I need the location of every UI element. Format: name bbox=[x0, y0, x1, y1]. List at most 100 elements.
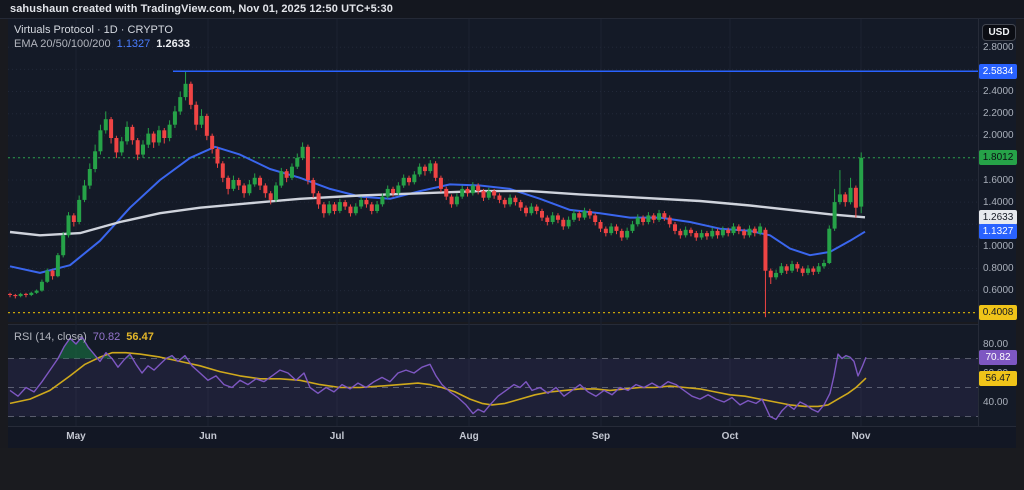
candle-body bbox=[19, 294, 23, 296]
candle-body bbox=[455, 197, 459, 205]
candle-body bbox=[157, 130, 161, 142]
candle-body bbox=[545, 218, 549, 222]
rsi-badge-56.47: 56.47 bbox=[979, 371, 1017, 386]
candle-body bbox=[508, 198, 512, 205]
candle-body bbox=[136, 140, 140, 154]
candle-body bbox=[636, 218, 640, 225]
candle-body bbox=[82, 186, 86, 200]
candle-body bbox=[215, 149, 219, 163]
candle-body bbox=[428, 163, 432, 171]
candle-body bbox=[439, 178, 443, 189]
candle-body bbox=[513, 198, 517, 202]
candle-body bbox=[178, 97, 182, 111]
candle-body bbox=[364, 200, 368, 204]
month-label-aug[interactable]: Aug bbox=[459, 431, 478, 442]
candle-body bbox=[423, 167, 427, 171]
symbol-title[interactable]: Virtuals Protocol · 1D · CRYPTO bbox=[14, 24, 173, 36]
candle-body bbox=[301, 147, 305, 158]
candle-body bbox=[444, 189, 448, 197]
candle-body bbox=[705, 233, 709, 236]
candle-body bbox=[125, 127, 129, 141]
candle-body bbox=[471, 186, 475, 194]
candle-body bbox=[434, 163, 438, 177]
candle-body bbox=[184, 84, 188, 97]
candle-body bbox=[460, 189, 464, 197]
candle-body bbox=[290, 167, 294, 178]
month-label-sep[interactable]: Sep bbox=[592, 431, 610, 442]
footer-bar: TradingView bbox=[0, 448, 1024, 490]
candle-body bbox=[476, 186, 480, 192]
candle-body bbox=[668, 218, 672, 225]
candle-body bbox=[322, 204, 326, 213]
ema-legend[interactable]: EMA 20/50/100/2001.13271.2633 bbox=[14, 38, 190, 51]
candle-body bbox=[859, 158, 863, 207]
candle-body bbox=[774, 273, 778, 277]
month-label-jun[interactable]: Jun bbox=[199, 431, 217, 442]
month-label-nov[interactable]: Nov bbox=[852, 431, 871, 442]
currency-toggle-button[interactable]: USD bbox=[982, 24, 1016, 41]
candle-body bbox=[572, 213, 576, 220]
candle-body bbox=[497, 196, 501, 200]
candle-body bbox=[817, 266, 821, 272]
candle-body bbox=[380, 197, 384, 205]
candle-body bbox=[391, 189, 395, 193]
candle-body bbox=[678, 231, 682, 235]
candle-body bbox=[327, 204, 331, 213]
price-badge-1.8012: 1.8012 bbox=[979, 150, 1017, 165]
candle-body bbox=[311, 180, 315, 193]
candle-body bbox=[593, 215, 597, 222]
candle-body bbox=[173, 111, 177, 124]
candle-body bbox=[519, 202, 523, 208]
candle-body bbox=[189, 84, 193, 105]
candle-body bbox=[556, 215, 560, 219]
month-label-oct[interactable]: Oct bbox=[722, 431, 739, 442]
candle-body bbox=[561, 220, 565, 227]
candle-body bbox=[120, 141, 124, 152]
candle-body bbox=[726, 230, 730, 233]
price-tick-label: 0.8000 bbox=[983, 261, 1019, 276]
candle-body bbox=[599, 222, 603, 229]
candle-body bbox=[285, 171, 289, 178]
ema-white-line[interactable] bbox=[10, 191, 865, 235]
candle-body bbox=[779, 266, 783, 273]
candle-body bbox=[827, 229, 831, 263]
rsi-legend[interactable]: RSI (14, close)70.8256.47 bbox=[14, 331, 154, 344]
candle-body bbox=[732, 227, 736, 234]
candle-body bbox=[56, 255, 60, 276]
candle-body bbox=[210, 136, 214, 149]
candle-body bbox=[98, 130, 102, 151]
price-tick-label: 2.4000 bbox=[983, 84, 1019, 99]
price-tick-label: 2.2000 bbox=[983, 106, 1019, 121]
candle-body bbox=[657, 213, 661, 220]
rsi-tick-label: 40.00 bbox=[983, 395, 1019, 410]
candle-body bbox=[40, 282, 44, 291]
month-label-may[interactable]: May bbox=[66, 431, 85, 442]
candle-body bbox=[843, 194, 847, 202]
candle-body bbox=[652, 215, 656, 219]
candle-body bbox=[849, 188, 853, 202]
candle-body bbox=[386, 189, 390, 197]
candle-body bbox=[854, 188, 858, 208]
candle-body bbox=[529, 207, 533, 214]
candle-body bbox=[646, 215, 650, 222]
candle-body bbox=[274, 186, 278, 200]
rsi-badge-70.82: 70.82 bbox=[979, 350, 1017, 365]
price-tick-label: 2.0000 bbox=[983, 128, 1019, 143]
candle-body bbox=[588, 211, 592, 215]
candle-body bbox=[72, 215, 76, 222]
candle-body bbox=[162, 130, 166, 138]
candle-body bbox=[61, 235, 65, 255]
candle-body bbox=[231, 180, 235, 189]
price-tick-label: 2.8000 bbox=[983, 40, 1019, 55]
chart-canvas[interactable] bbox=[0, 0, 1024, 490]
candle-body bbox=[200, 116, 204, 125]
candle-body bbox=[109, 119, 113, 138]
candle-body bbox=[130, 127, 134, 140]
ema-label: EMA 20/50/100/200 bbox=[14, 38, 111, 50]
symbol-legend[interactable]: Virtuals Protocol · 1D · CRYPTO bbox=[14, 24, 173, 37]
candle-body bbox=[370, 204, 374, 211]
candle-body bbox=[88, 169, 92, 186]
candle-body bbox=[45, 271, 49, 282]
candle-body bbox=[333, 204, 337, 211]
month-label-jul[interactable]: Jul bbox=[330, 431, 344, 442]
